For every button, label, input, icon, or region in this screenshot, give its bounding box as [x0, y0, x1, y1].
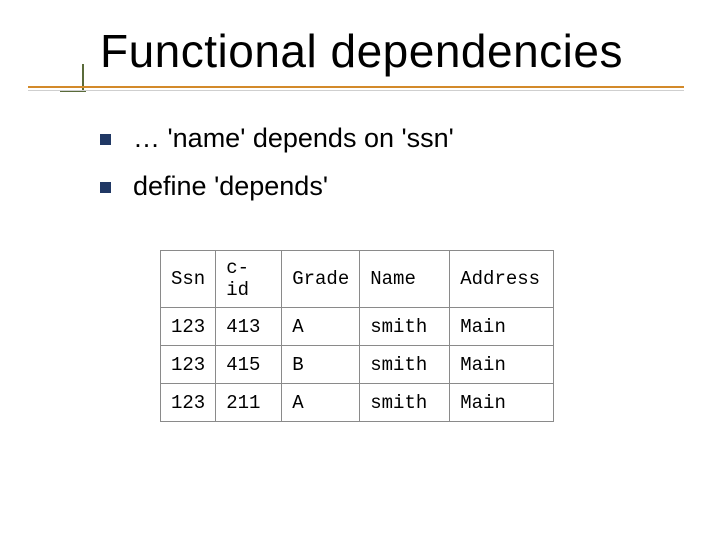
slide: Functional dependencies … 'name' depends…: [0, 0, 720, 540]
cell-address: Main: [450, 384, 554, 422]
cell-name: smith: [360, 384, 450, 422]
cell-name: smith: [360, 346, 450, 384]
table-row: 123 211 A smith Main: [161, 384, 554, 422]
column-header-address: Address: [450, 251, 554, 308]
column-header-cid: c-id: [216, 251, 282, 308]
column-header-grade: Grade: [282, 251, 360, 308]
cell-grade: A: [282, 384, 360, 422]
cell-cid: 211: [216, 384, 282, 422]
cell-grade: A: [282, 308, 360, 346]
bullet-text: … 'name' depends on 'ssn': [133, 118, 454, 160]
column-header-ssn: Ssn: [161, 251, 216, 308]
cell-ssn: 123: [161, 346, 216, 384]
square-bullet-icon: [100, 134, 111, 145]
cell-name: smith: [360, 308, 450, 346]
list-item: … 'name' depends on 'ssn': [100, 118, 454, 160]
underline-orange: [28, 86, 684, 88]
data-table: Ssn c-id Grade Name Address 123 413 A sm…: [160, 250, 554, 422]
bullet-text: define 'depends': [133, 166, 328, 208]
table-row: 123 415 B smith Main: [161, 346, 554, 384]
title-underline: [28, 86, 688, 96]
table-header-row: Ssn c-id Grade Name Address: [161, 251, 554, 308]
table-row: 123 413 A smith Main: [161, 308, 554, 346]
cell-ssn: 123: [161, 308, 216, 346]
data-table-container: Ssn c-id Grade Name Address 123 413 A sm…: [160, 250, 554, 422]
list-item: define 'depends': [100, 166, 454, 208]
square-bullet-icon: [100, 182, 111, 193]
cell-ssn: 123: [161, 384, 216, 422]
cell-cid: 415: [216, 346, 282, 384]
underline-gray: [28, 90, 684, 91]
cell-address: Main: [450, 308, 554, 346]
cell-address: Main: [450, 346, 554, 384]
column-header-name: Name: [360, 251, 450, 308]
slide-title: Functional dependencies: [100, 24, 623, 78]
bullet-list: … 'name' depends on 'ssn' define 'depend…: [100, 118, 454, 214]
cell-grade: B: [282, 346, 360, 384]
cell-cid: 413: [216, 308, 282, 346]
